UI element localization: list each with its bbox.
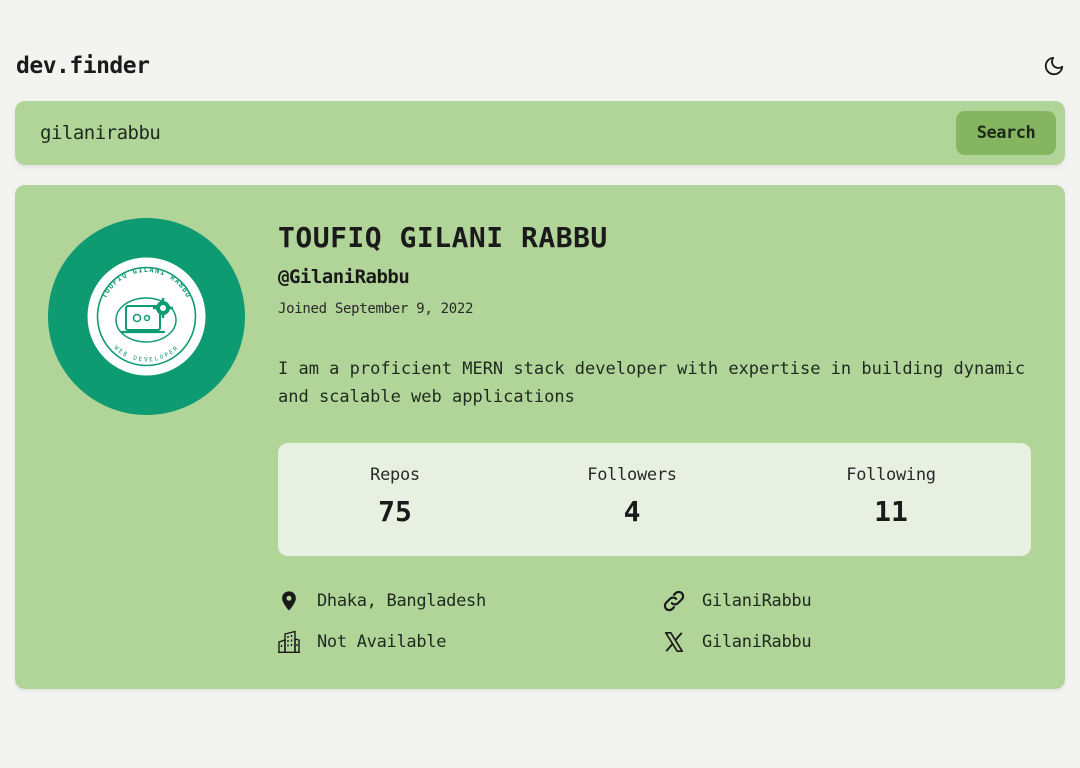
stats-panel: Repos 75 Followers 4 Following 11 bbox=[278, 443, 1031, 556]
stat-label: Following bbox=[846, 465, 936, 485]
company-info: Not Available bbox=[276, 629, 446, 655]
location-info: Dhaka, Bangladesh bbox=[276, 588, 486, 614]
stat-followers: Followers 4 bbox=[562, 465, 702, 528]
blog-info[interactable]: GilaniRabbu bbox=[661, 588, 812, 614]
building-icon bbox=[276, 629, 302, 655]
moon-icon bbox=[1044, 56, 1064, 76]
stat-value: 4 bbox=[623, 495, 641, 528]
avatar: TOUFIQ GILANI RABBU WEB DEVELOPER bbox=[48, 218, 245, 415]
stat-value: 11 bbox=[874, 495, 908, 528]
blog-link[interactable]: GilaniRabbu bbox=[702, 591, 812, 611]
profile-handle[interactable]: @GilaniRabbu bbox=[278, 266, 410, 288]
joined-date: Joined September 9, 2022 bbox=[278, 301, 474, 317]
app-logo: dev.finder bbox=[16, 53, 150, 79]
stat-label: Repos bbox=[370, 465, 420, 485]
company-text: Not Available bbox=[317, 632, 447, 652]
location-pin-icon bbox=[276, 588, 302, 614]
stat-value: 75 bbox=[378, 495, 412, 528]
stat-following: Following 11 bbox=[821, 465, 961, 528]
x-twitter-icon bbox=[661, 629, 687, 655]
stat-label: Followers bbox=[587, 465, 677, 485]
avatar-logo: TOUFIQ GILANI RABBU WEB DEVELOPER bbox=[87, 257, 206, 376]
search-button[interactable]: Search bbox=[956, 111, 1056, 155]
theme-toggle-button[interactable] bbox=[1040, 52, 1068, 80]
twitter-link[interactable]: GilaniRabbu bbox=[702, 632, 812, 652]
stat-repos: Repos 75 bbox=[325, 465, 465, 528]
twitter-info[interactable]: GilaniRabbu bbox=[661, 629, 812, 655]
profile-bio: I am a proficient MERN stack developer w… bbox=[278, 359, 1026, 407]
header: dev.finder bbox=[16, 48, 1064, 84]
search-input[interactable] bbox=[15, 112, 956, 154]
search-bar: Search bbox=[15, 101, 1065, 165]
profile-name: TOUFIQ GILANI RABBU bbox=[278, 221, 608, 254]
location-text: Dhaka, Bangladesh bbox=[317, 591, 486, 611]
link-icon bbox=[661, 588, 687, 614]
profile-card: TOUFIQ GILANI RABBU WEB DEVELOPER TOUFIQ… bbox=[15, 185, 1065, 689]
